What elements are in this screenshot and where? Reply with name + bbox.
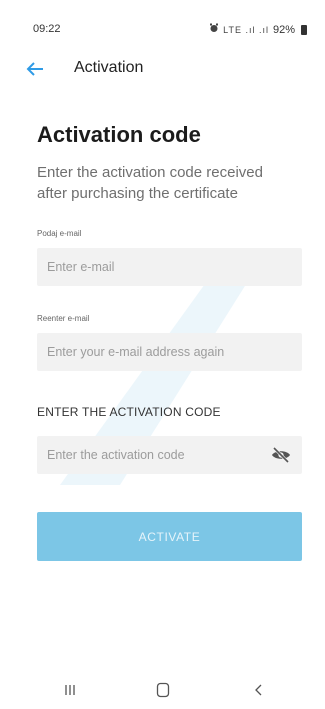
reenter-email-input[interactable] bbox=[37, 333, 302, 371]
toggle-visibility-button[interactable] bbox=[269, 443, 293, 467]
app-title: Activation bbox=[74, 59, 144, 76]
home-icon bbox=[156, 682, 170, 698]
status-indicators: LTE .ıl .ıl 92% bbox=[209, 23, 307, 36]
system-nav-bar bbox=[0, 675, 325, 709]
eye-off-icon bbox=[272, 447, 290, 463]
page-title: Activation code bbox=[37, 122, 201, 147]
status-time: 09:22 bbox=[33, 23, 61, 35]
back-icon bbox=[255, 684, 262, 696]
app-bar: Activation bbox=[0, 52, 325, 86]
battery-icon bbox=[301, 24, 307, 35]
back-button[interactable] bbox=[22, 56, 48, 82]
activate-button[interactable]: ACTIVATE bbox=[37, 512, 302, 561]
back-arrow-icon bbox=[26, 62, 43, 76]
battery-percent: 92% bbox=[272, 23, 295, 36]
activation-code-section-title: ENTER THE ACTIVATION CODE bbox=[37, 405, 221, 419]
recent-apps-button[interactable] bbox=[50, 675, 90, 705]
status-bar: 09:22 LTE .ıl .ıl 92% bbox=[0, 0, 325, 36]
signal-icon: LTE .ıl .ıl bbox=[223, 24, 269, 35]
nav-back-button[interactable] bbox=[238, 675, 278, 705]
recent-apps-icon bbox=[65, 685, 75, 695]
reenter-email-label: Reenter e-mail bbox=[37, 314, 90, 323]
activation-code-input[interactable] bbox=[37, 436, 302, 474]
email-input[interactable] bbox=[37, 248, 302, 286]
page-subtitle: Enter the activation code received after… bbox=[37, 164, 263, 202]
home-button[interactable] bbox=[143, 675, 183, 705]
alarm-icon bbox=[209, 23, 219, 36]
email-label: Podaj e-mail bbox=[37, 229, 82, 238]
